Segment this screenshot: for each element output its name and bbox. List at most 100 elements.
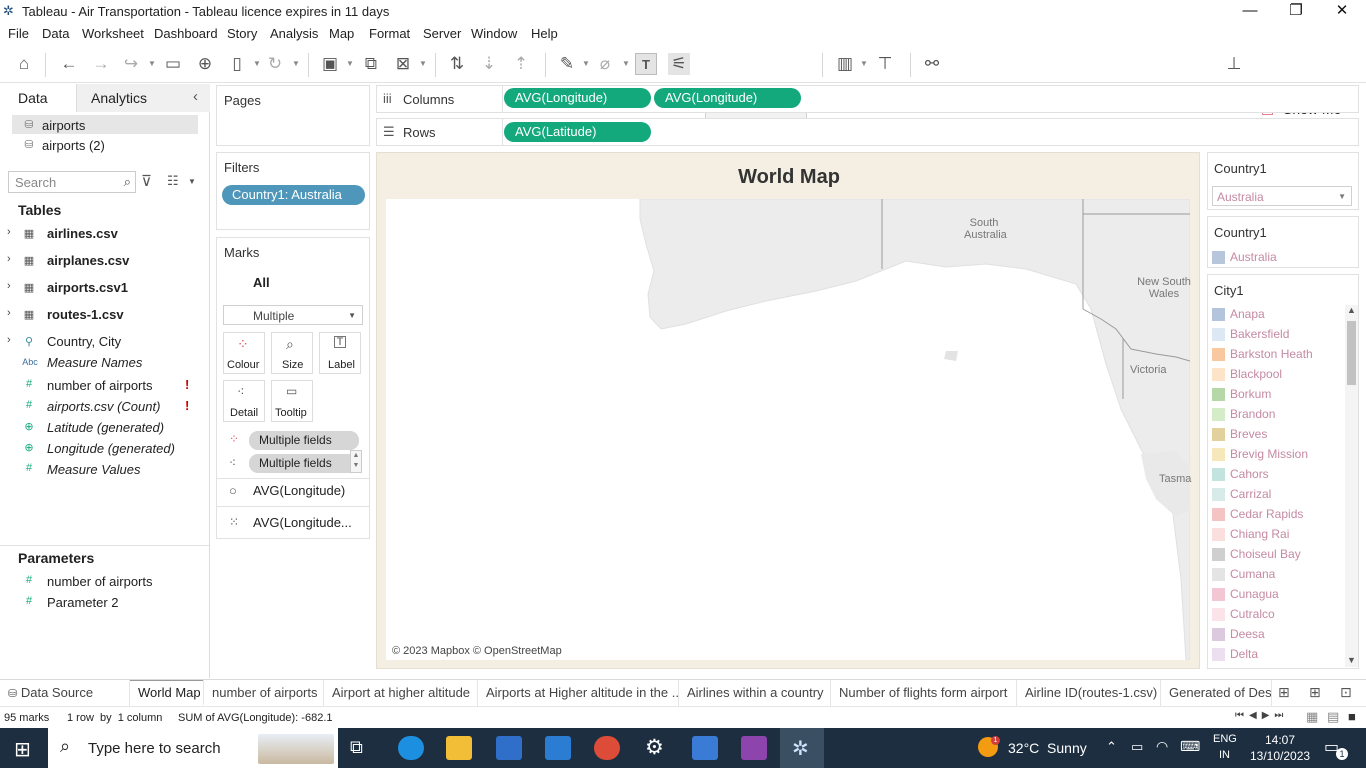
field-item[interactable]: Measure Names [47, 355, 142, 370]
chevron-down-icon[interactable]: ▼ [622, 59, 630, 68]
chevron-right-icon[interactable]: › [7, 334, 11, 346]
tooltip-button[interactable]: ▭ Tooltip [271, 380, 313, 422]
menu-help[interactable]: Help [531, 26, 558, 41]
pages-card[interactable]: Pages [216, 85, 370, 146]
battery-icon[interactable]: ▭ [1131, 739, 1143, 755]
table-item[interactable]: routes-1.csv [47, 307, 124, 322]
map-attribution[interactable]: © 2023 Mapbox © OpenStreetMap [392, 645, 562, 657]
field-item[interactable]: Country, City [47, 334, 121, 349]
menu-file[interactable]: File [8, 26, 29, 41]
duplicate-sheet-icon[interactable]: ⧉ [360, 53, 382, 75]
menu-window[interactable]: Window [471, 26, 517, 41]
clear-sheet-icon[interactable]: ⊠ [392, 53, 414, 75]
chevron-down-icon[interactable]: ▼ [582, 59, 590, 68]
menu-worksheet[interactable]: Worksheet [82, 26, 144, 41]
sort-ascending-icon[interactable]: ⇣ [478, 53, 500, 75]
country-filter-dropdown[interactable]: Australia ▼ [1212, 186, 1352, 206]
colour-button[interactable]: ⁘ Colour [223, 332, 265, 374]
chevron-down-icon[interactable]: ▼ [253, 59, 261, 68]
menu-format[interactable]: Format [369, 26, 410, 41]
tab-sheet[interactable]: Airports at Higher altitude in the ... [478, 680, 679, 706]
tab-sheet[interactable]: number of airports [204, 680, 324, 706]
show-labels-icon[interactable]: T [635, 53, 657, 75]
keyboard-icon[interactable]: ⌨ [1180, 738, 1200, 755]
menu-map[interactable]: Map [329, 26, 354, 41]
view-list-icon[interactable]: ☷ [167, 173, 179, 189]
tab-sheet[interactable]: Generated of Dest [1161, 680, 1272, 706]
language-code[interactable]: ENG [1213, 733, 1237, 745]
chevron-down-icon[interactable]: ▼ [346, 59, 354, 68]
tableau-taskbar-item[interactable]: ✲ [780, 728, 824, 768]
restore-button[interactable]: ❐ [1273, 0, 1319, 23]
highlight-icon[interactable]: ✎ [556, 53, 578, 75]
close-button[interactable]: ✕ [1319, 0, 1365, 23]
mail-icon[interactable] [545, 736, 571, 760]
field-item[interactable]: Longitude (generated) [47, 441, 175, 456]
legend-scrollbar[interactable]: ▲ ▼ [1345, 305, 1358, 667]
parameter-item[interactable]: Parameter 2 [47, 595, 119, 610]
collapse-icon[interactable]: ‹ [193, 88, 198, 105]
menu-dashboard[interactable]: Dashboard [154, 26, 218, 41]
tab-sheet[interactable]: Number of flights form airport [831, 680, 1017, 706]
weather-text[interactable]: 32°C Sunny [1008, 740, 1087, 756]
map-canvas[interactable]: South Australia New South Wales Victoria… [386, 199, 1191, 660]
datasource-name[interactable]: airports (2) [42, 138, 105, 153]
field-item[interactable]: Measure Values [47, 462, 140, 477]
size-button[interactable]: ⌕ Size [271, 332, 313, 374]
filter-pill[interactable]: Country1: Australia [222, 185, 365, 205]
columns-pill[interactable]: AVG(Longitude) [654, 88, 801, 108]
task-view-icon[interactable]: ⧉ [350, 737, 363, 758]
parameter-item[interactable]: number of airports [47, 574, 153, 589]
new-worksheet-icon[interactable]: ▣ [319, 53, 341, 75]
tab-data-source[interactable]: ⛁ Data Source [0, 680, 130, 706]
chevron-down-icon[interactable]: ▼ [860, 59, 868, 68]
new-datasource-icon[interactable]: ⊕ [194, 53, 216, 75]
settings-gear-icon[interactable]: ⚙ [645, 735, 664, 760]
chevron-down-icon[interactable]: ▼ [419, 59, 427, 68]
refresh-icon[interactable]: ↻ [264, 53, 286, 75]
label-button[interactable]: T Label [319, 332, 361, 374]
presentation-icon[interactable]: ⊤ [874, 53, 896, 75]
replay-icon[interactable]: ↪ [120, 53, 142, 75]
mark-field-pill[interactable]: Multiple fields [249, 431, 359, 450]
clock-time[interactable]: 14:07 [1265, 733, 1295, 747]
chevron-down-icon[interactable]: ▼ [188, 177, 196, 186]
menu-analysis[interactable]: Analysis [270, 26, 318, 41]
tab-sheet[interactable]: Airlines within a country [679, 680, 831, 706]
file-explorer-icon[interactable] [446, 736, 472, 760]
table-item[interactable]: airlines.csv [47, 226, 118, 241]
datasource-name[interactable]: airports [42, 118, 85, 133]
field-item[interactable]: airports.csv (Count) [47, 399, 160, 414]
chrome-icon[interactable] [594, 736, 620, 760]
winrar-icon[interactable] [741, 736, 767, 760]
fix-axes-icon[interactable]: ⚟ [668, 53, 690, 75]
table-item[interactable]: airports.csv1 [47, 280, 128, 295]
film-strip-icon[interactable]: ▦ [1306, 709, 1318, 725]
chevron-right-icon[interactable]: › [7, 253, 11, 265]
language-region[interactable]: IN [1219, 749, 1230, 761]
marks-layer-tab[interactable]: AVG(Longitude) [253, 483, 345, 498]
tab-sheet[interactable]: Airport at higher altitude [324, 680, 478, 706]
chevron-down-icon[interactable]: ▼ [292, 59, 300, 68]
redo-icon[interactable]: → [90, 53, 112, 75]
mark-field-pill[interactable]: Multiple fields [249, 454, 359, 473]
swap-icon[interactable]: ⇅ [446, 53, 468, 75]
group-icon[interactable]: ⌀ [594, 53, 616, 75]
filter-icon[interactable]: ⊽ [141, 172, 152, 190]
scrollbar[interactable]: ▲ ▼ [350, 450, 362, 473]
scrollbar-thumb[interactable] [1347, 321, 1356, 385]
field-item[interactable]: Latitude (generated) [47, 420, 164, 435]
tooltip-pin-icon[interactable]: ⊥ [1223, 53, 1245, 75]
chevron-right-icon[interactable]: › [7, 280, 11, 292]
edge-icon[interactable] [398, 736, 424, 760]
filters-card[interactable]: Filters Country1: Australia [216, 152, 370, 230]
taskbar-search-input[interactable]: ⌕ Type here to search [48, 728, 338, 768]
menu-story[interactable]: Story [227, 26, 257, 41]
new-story-icon[interactable]: ⊡ [1340, 684, 1352, 701]
sheet-sorter-icon[interactable]: ▤ [1327, 709, 1339, 725]
undo-icon[interactable]: ← [58, 53, 80, 75]
minimize-button[interactable]: — [1227, 0, 1273, 23]
windows-start-icon[interactable]: ⊞ [14, 737, 31, 762]
marks-all-tab[interactable]: All [253, 275, 270, 290]
store-icon[interactable] [496, 736, 522, 760]
